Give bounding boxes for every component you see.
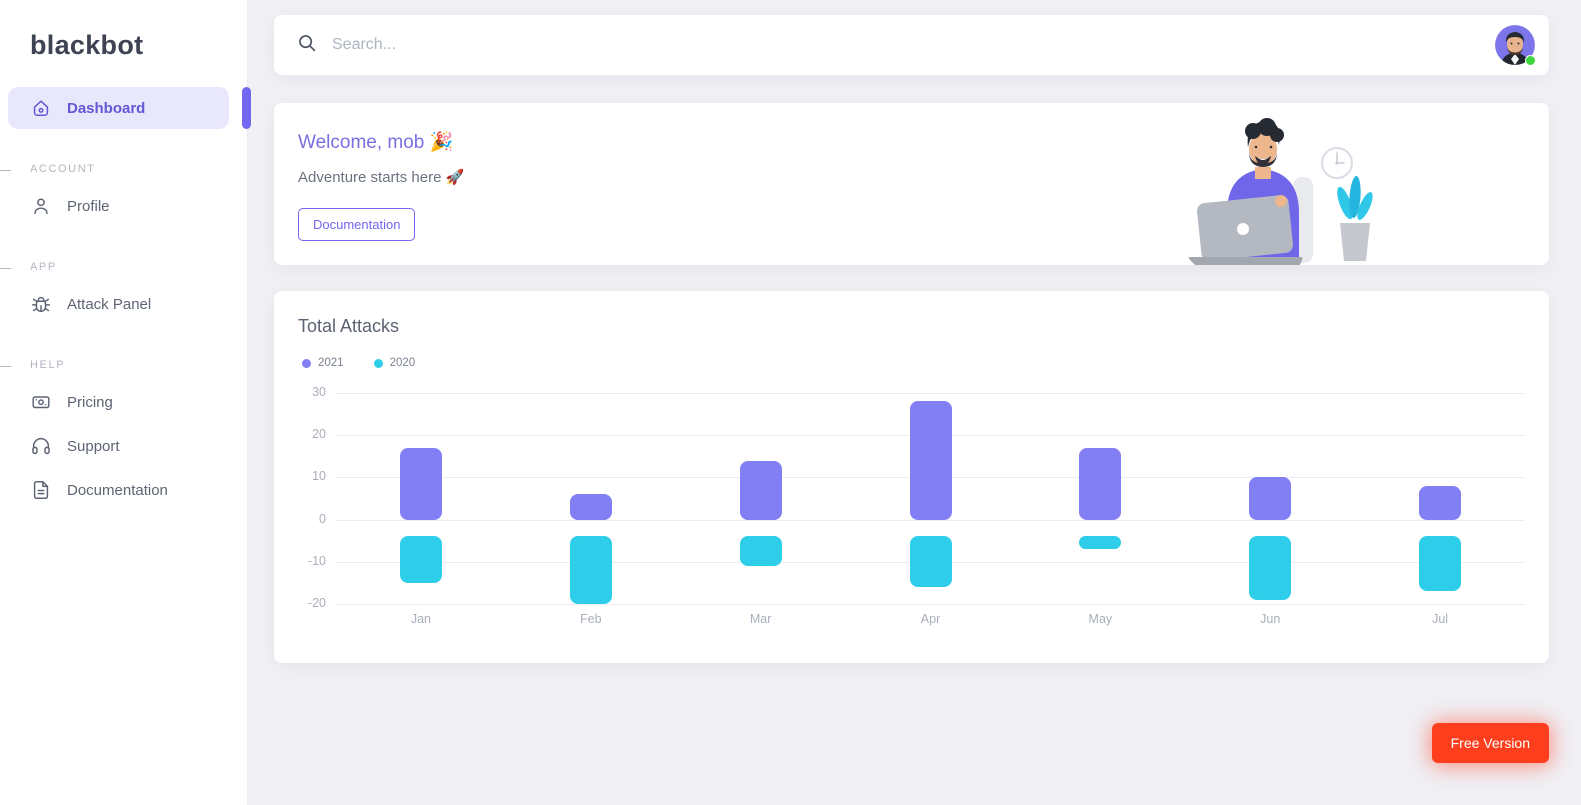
legend-dot [373,358,383,368]
sidebar-item-attack-panel[interactable]: Attack Panel [8,283,231,325]
gridline [336,519,1525,521]
sidebar-item-label: Pricing [67,393,113,411]
bar-chart-plot: 30 20 10 0 -10 -20 Jan Feb Mar Apr May Jun Jul [308,385,1525,633]
x-axis-label: Apr [920,612,941,626]
sidebar-nav: Dashboard ACCOUNT Profile APP Attack Panel HE… [0,87,251,511]
y-axis-tick: -20 [307,596,326,610]
cash-icon [30,391,52,413]
y-axis-tick: 20 [312,427,326,442]
y-axis-tick: -10 [307,553,326,568]
sidebar-item-support[interactable]: Support [8,425,231,467]
bar-2021-jul[interactable] [1419,485,1462,520]
bar-2021-jun[interactable] [1249,477,1292,520]
sidebar: blackbot Dashboard ACCOUNT Profile APP Attac… [0,0,251,805]
home-icon [30,97,52,119]
gridline [336,604,1525,605]
sidebar-item-label: Documentation [67,481,168,499]
bar-2021-apr[interactable] [909,401,952,520]
sidebar-item-label: Attack Panel [67,295,152,313]
section-label: ACCOUNT [30,163,96,175]
clock-icon [1321,147,1353,179]
sidebar-item-profile[interactable]: Profile [8,185,231,227]
search-icon [296,32,318,59]
sidebar-item-label: Dashboard [67,99,146,117]
user-icon [30,195,52,217]
chart-legend: 2021 2020 [302,357,1525,369]
x-axis-label: Feb [580,612,602,626]
legend-label: 2021 [318,357,344,369]
y-axis-tick: 0 [319,511,326,526]
x-axis-label: Mar [749,612,772,626]
legend-dot [302,358,311,368]
sidebar-item-label: Support [67,437,120,455]
workspace-illustration [1188,118,1373,265]
bar-2020-jun[interactable] [1249,536,1292,600]
bar-2020-jan[interactable] [399,536,442,583]
bar-2021-mar[interactable] [739,460,782,520]
y-axis-tick: 30 [312,385,326,399]
documentation-button[interactable]: Documentation [298,208,416,241]
bar-2020-feb[interactable] [569,536,612,604]
nav-section-help: HELP [0,359,247,371]
x-axis-label: May [1088,612,1113,626]
search-input[interactable] [332,36,1495,54]
chart-title: Total Attacks [298,316,400,336]
section-dash [0,170,11,171]
bar-2020-apr[interactable] [909,536,952,588]
total-attacks-card: Total Attacks 2021 2020 30 20 10 0 -10 -20 Jan F… [274,291,1549,663]
plant [1337,176,1373,261]
bar-2021-jan[interactable] [399,447,442,520]
bar-2020-mar[interactable] [739,536,782,566]
section-label: APP [30,261,57,273]
bar-2020-jul[interactable] [1419,536,1462,592]
welcome-card: Welcome, mob 🎉 Adventure starts here 🚀 D… [274,103,1549,265]
active-indicator [242,87,251,129]
app-logo: blackbot [30,30,144,60]
nav-section-account: ACCOUNT [0,163,247,175]
legend-item-2021[interactable]: 2021 [302,357,344,369]
x-axis-label: Jun [1260,612,1281,626]
bar-2020-may[interactable] [1079,536,1122,550]
sidebar-item-pricing[interactable]: Pricing [8,381,231,423]
gridline [336,393,1525,394]
main-content: Welcome, mob 🎉 Adventure starts here 🚀 D… [248,0,1581,663]
nav-section-app: APP [0,261,247,273]
bar-2021-may[interactable] [1079,447,1122,520]
sidebar-item-label: Profile [67,197,110,215]
legend-label: 2020 [389,357,416,369]
avatar[interactable] [1495,25,1536,66]
x-axis-label: Jul [1432,612,1449,626]
section-dash [0,268,11,269]
file-text-icon [30,479,52,501]
bar-2021-feb[interactable] [569,494,612,520]
y-axis-tick: 10 [312,469,326,484]
online-status-dot [1525,55,1536,66]
search-bar [274,15,1549,75]
free-version-button[interactable]: Free Version [1431,723,1549,763]
legend-item-2020[interactable]: 2020 [373,357,416,369]
sidebar-item-dashboard[interactable]: Dashboard [8,87,251,129]
bug-icon [30,293,52,315]
sidebar-item-documentation[interactable]: Documentation [8,469,231,511]
x-axis-label: Jan [410,612,431,626]
section-label: HELP [30,359,66,371]
section-dash [0,366,11,367]
headset-icon [30,435,52,457]
